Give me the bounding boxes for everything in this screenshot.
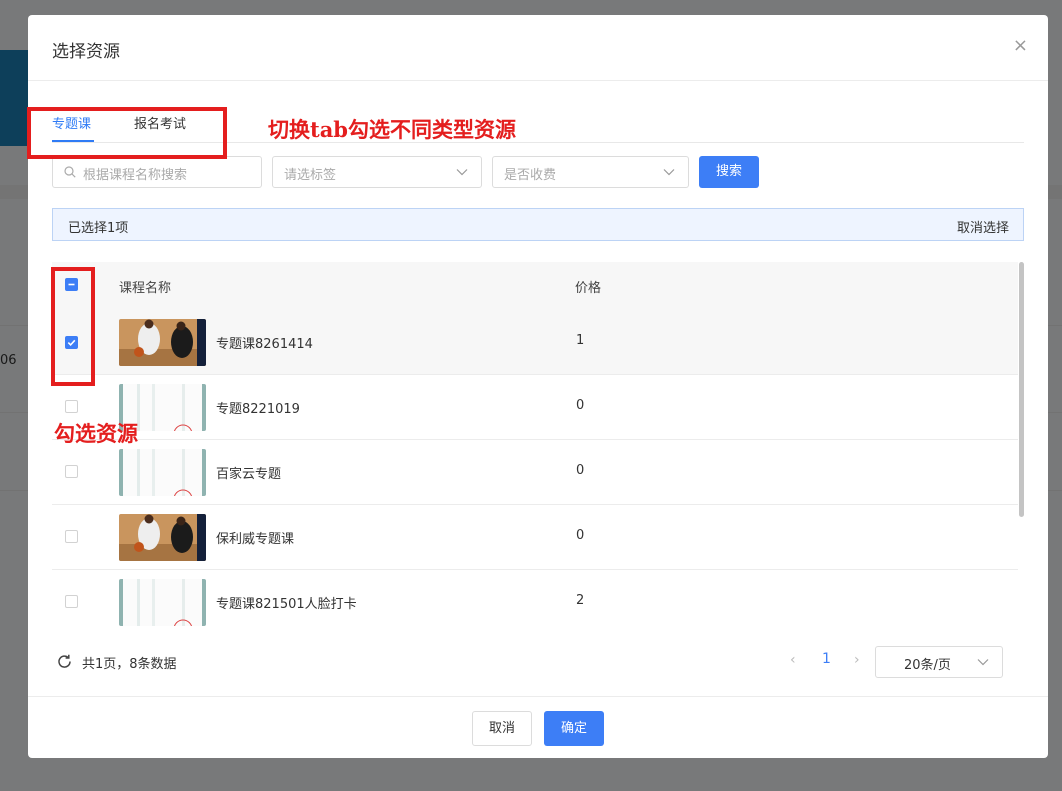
row-checkbox[interactable] (65, 400, 78, 413)
search-icon (64, 166, 76, 178)
close-icon[interactable]: × (1013, 37, 1028, 55)
search-placeholder: 根据课程名称搜索 (83, 168, 188, 183)
resource-table: 课程名称 价格 专题课8261414 1 专题8221019 0 百家云专题 0… (52, 262, 1024, 633)
course-thumbnail (119, 319, 206, 366)
course-price: 0 (576, 463, 585, 478)
course-thumbnail (119, 579, 206, 626)
row-checkbox[interactable] (65, 595, 78, 608)
table-row[interactable]: 保利威专题课 0 (52, 505, 1018, 570)
annotation-check-note: 勾选资源 (54, 421, 138, 446)
course-name: 专题8221019 (216, 402, 300, 417)
search-input[interactable]: 根据课程名称搜索 (52, 156, 262, 188)
dialog-title: 选择资源 (52, 42, 120, 62)
tag-select[interactable]: 请选标签 (272, 156, 482, 188)
clear-selection-link[interactable]: 取消选择 (957, 217, 1009, 236)
course-thumbnail (119, 514, 206, 561)
table-row[interactable]: 专题课8261414 1 (52, 310, 1018, 375)
dialog-header: 选择资源 × (28, 15, 1048, 81)
confirm-button[interactable]: 确定 (544, 711, 604, 746)
table-row[interactable]: 专题课821501人脸打卡 2 (52, 570, 1018, 633)
pagination-summary: 共1页，8条数据 (82, 657, 177, 672)
prev-page-button[interactable]: ‹ (790, 652, 796, 668)
course-price: 0 (576, 528, 585, 543)
course-name: 专题课821501人脸打卡 (216, 597, 357, 612)
next-page-button[interactable]: › (854, 652, 860, 668)
page-number-1[interactable]: 1 (822, 651, 831, 667)
page-size-value: 20条/页 (904, 658, 951, 673)
chevron-down-icon (977, 659, 989, 666)
table-row[interactable]: 专题8221019 0 (52, 375, 1018, 440)
course-thumbnail (119, 449, 206, 496)
selection-summary-bar: 已选择1项 取消选择 (52, 208, 1024, 241)
row-checkbox[interactable] (65, 530, 78, 543)
annotation-box-checkboxes (51, 267, 95, 386)
course-name: 保利威专题课 (216, 532, 295, 547)
tag-select-placeholder: 请选标签 (284, 168, 337, 183)
fee-select[interactable]: 是否收费 (492, 156, 689, 188)
fee-select-placeholder: 是否收费 (504, 168, 557, 183)
table-header: 课程名称 价格 (52, 262, 1018, 310)
column-header-price: 价格 (575, 281, 602, 296)
cancel-button[interactable]: 取消 (472, 711, 532, 746)
selection-count: 已选择1项 (68, 221, 129, 236)
page-size-select[interactable]: 20条/页 (875, 646, 1003, 678)
table-scrollbar[interactable] (1019, 262, 1024, 517)
course-price: 0 (576, 398, 585, 413)
refresh-icon[interactable] (56, 653, 73, 670)
course-price: 1 (576, 333, 585, 348)
pagination-bar: 共1页，8条数据 ‹ 1 › 20条/页 (52, 646, 1024, 678)
course-price: 2 (576, 593, 585, 608)
dialog-footer: 取消 确定 (28, 696, 1048, 758)
course-name: 百家云专题 (216, 467, 282, 482)
table-row[interactable]: 百家云专题 0 (52, 440, 1018, 505)
row-checkbox[interactable] (65, 465, 78, 478)
column-header-name: 课程名称 (119, 281, 172, 296)
course-name: 专题课8261414 (216, 337, 313, 352)
search-button[interactable]: 搜索 (699, 156, 759, 188)
annotation-box-tabs (27, 107, 227, 159)
chevron-down-icon (456, 169, 468, 176)
chevron-down-icon (663, 169, 675, 176)
annotation-tab-note: 切换tab勾选不同类型资源 (268, 117, 516, 142)
